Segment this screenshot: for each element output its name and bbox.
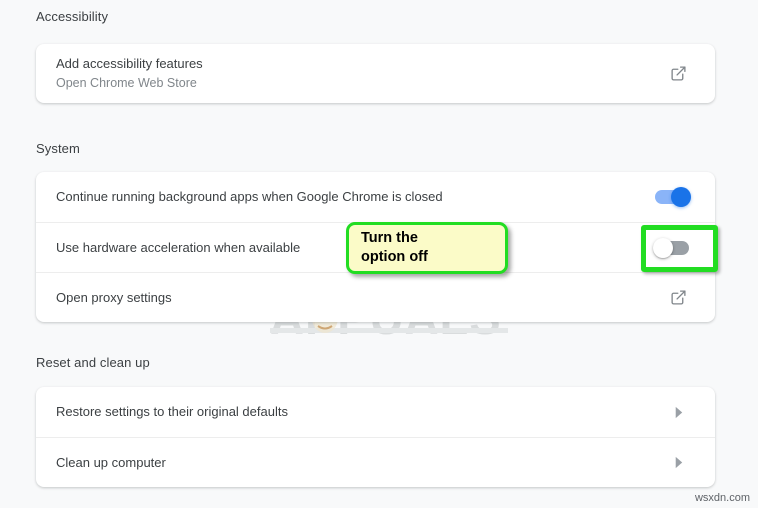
row-restore-settings[interactable]: Restore settings to their original defau… xyxy=(36,387,715,437)
external-link-icon[interactable] xyxy=(661,281,695,315)
row-texts: Open proxy settings xyxy=(56,289,661,307)
card-reset-and-clean-up: Restore settings to their original defau… xyxy=(36,387,715,487)
row-label: Clean up computer xyxy=(56,454,166,470)
settings-page: APPUALS Accessibility Add accessibility … xyxy=(0,0,758,508)
external-link-icon[interactable] xyxy=(661,57,695,91)
appuals-watermark-bar xyxy=(270,328,508,333)
row-label: Open proxy settings xyxy=(56,289,172,305)
annotation-callout-line-1: Turn the xyxy=(361,230,418,246)
row-open-proxy-settings[interactable]: Open proxy settings xyxy=(36,272,715,322)
chevron-right-icon[interactable] xyxy=(661,395,695,429)
toggle-knob xyxy=(653,237,673,258)
background-apps-toggle[interactable] xyxy=(655,187,691,207)
row-label: Add accessibility features xyxy=(56,56,203,71)
section-title-reset-and-clean-up: Reset and clean up xyxy=(36,355,150,370)
background-apps-toggle-wrap[interactable] xyxy=(649,180,695,214)
row-sublabel: Open Chrome Web Store xyxy=(56,76,197,90)
row-label: Restore settings to their original defau… xyxy=(56,404,288,419)
row-clean-up-computer[interactable]: Clean up computer xyxy=(36,437,715,487)
section-title-accessibility: Accessibility xyxy=(36,9,109,24)
card-accessibility: Add accessibility features Open Chrome W… xyxy=(36,44,715,103)
row-texts: Add accessibility features Open Chrome W… xyxy=(56,55,661,92)
hardware-acceleration-toggle-wrap[interactable] xyxy=(649,231,695,265)
annotation-callout-line-2: option off xyxy=(361,249,428,265)
site-watermark: wsxdn.com xyxy=(694,492,750,504)
row-texts: Continue running background apps when Go… xyxy=(56,188,649,206)
chevron-right-icon[interactable] xyxy=(661,446,695,480)
hardware-acceleration-toggle[interactable] xyxy=(653,237,689,258)
annotation-callout: Turn the option off xyxy=(346,222,508,274)
row-label: Continue running background apps when Go… xyxy=(56,189,443,204)
row-texts: Clean up computer xyxy=(56,454,661,472)
section-title-system: System xyxy=(36,141,80,156)
row-background-apps[interactable]: Continue running background apps when Go… xyxy=(36,172,715,222)
row-add-accessibility-features[interactable]: Add accessibility features Open Chrome W… xyxy=(36,44,715,103)
toggle-knob xyxy=(671,187,691,207)
row-texts: Restore settings to their original defau… xyxy=(56,403,661,421)
